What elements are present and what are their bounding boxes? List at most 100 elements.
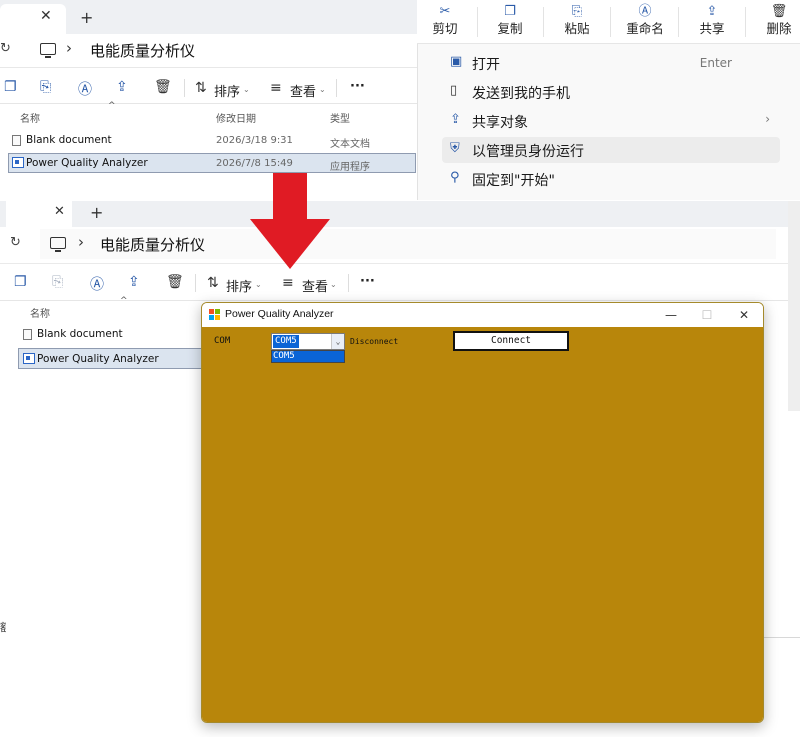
chevron-down-icon[interactable]: ⌄ (331, 334, 344, 349)
file-type: 应用程序 (330, 162, 370, 173)
cut-button[interactable]: ✂ 剪切 (414, 0, 476, 44)
delete-icon: 🗑 (770, 4, 788, 19)
menu-item-label: 发送到我的手机 (472, 86, 570, 102)
file-type: 文本文档 (330, 139, 370, 150)
sort-button[interactable]: 排序 (214, 81, 240, 100)
column-header-modified[interactable]: 修改日期 (216, 110, 256, 125)
chevron-right-icon: › (765, 112, 770, 126)
chevron-down-icon[interactable]: ⌄ (330, 280, 337, 289)
column-header-type[interactable]: 类型 (330, 110, 350, 125)
new-tab-icon[interactable]: + (90, 203, 103, 222)
menu-item-send-to-phone[interactable]: ▯ 发送到我的手机 (442, 79, 780, 105)
open-icon: ▣ (450, 54, 463, 69)
menu-item-label: 共享对象 (472, 115, 528, 131)
com-label: COM (214, 336, 231, 346)
maximize-icon[interactable]: ☐ (696, 306, 718, 324)
breadcrumb-current[interactable]: 电能质量分析仪 (90, 40, 195, 61)
share-icon: ⇪ (450, 112, 461, 127)
menu-item-open[interactable]: ▣ 打开 Enter (442, 50, 780, 76)
file-modified: 2026/3/18 9:31 (216, 135, 293, 146)
paste-icon[interactable]: ⎘ (40, 79, 51, 95)
view-icon[interactable]: ≡ (270, 80, 282, 96)
refresh-icon[interactable]: ↻ (10, 235, 21, 250)
top-explorer-tab[interactable]: ✕ (0, 4, 66, 34)
rename-icon: Ⓐ (638, 4, 652, 19)
share-icon: ⇪ (706, 4, 718, 19)
column-header-name[interactable]: 名称 (20, 110, 40, 125)
bottom-tab-strip (0, 201, 788, 227)
rename-icon[interactable]: Ⓐ (78, 79, 92, 99)
rename-icon[interactable]: Ⓐ (90, 274, 104, 294)
menu-item-pin-to-start[interactable]: ⚲ 固定到"开始" (442, 166, 780, 192)
file-name: Power Quality Analyzer (37, 353, 159, 365)
title-bar[interactable]: Power Quality Analyzer — ☐ ✕ (202, 303, 763, 327)
connect-button[interactable]: Connect (453, 331, 569, 351)
file-name: Blank document (37, 328, 123, 340)
app-window-icon (209, 309, 220, 320)
toolbar-separator (348, 274, 349, 292)
sort-button[interactable]: 排序 (226, 276, 252, 295)
menu-item-label: 固定到"开始" (472, 173, 555, 189)
copy-path-icon[interactable]: ❐ (14, 274, 27, 290)
menu-item-label: 打开 (472, 57, 500, 73)
view-button[interactable]: 查看 (302, 276, 328, 295)
com-port-option[interactable]: COM5 (272, 351, 344, 362)
toolbar-separator (336, 79, 337, 97)
chevron-down-icon[interactable]: ⌄ (243, 85, 250, 94)
copy-path-icon[interactable]: ❐ (4, 79, 17, 95)
sort-icon[interactable]: ⇅ (207, 275, 219, 291)
cut-label: 剪切 (432, 21, 458, 36)
paste-button[interactable]: ⎘ 粘贴 (546, 0, 608, 44)
chevron-down-icon[interactable]: ⌄ (319, 85, 326, 94)
paste-icon[interactable]: ⎘ (52, 274, 63, 290)
this-pc-icon[interactable] (50, 237, 66, 252)
view-button[interactable]: 查看 (290, 81, 316, 100)
sort-icon[interactable]: ⇅ (195, 80, 207, 96)
quick-action-separator (745, 7, 746, 37)
copy-button[interactable]: ❐ 复制 (479, 0, 541, 44)
menu-item-run-as-admin[interactable]: ⛨ 以管理员身份运行 (442, 137, 780, 163)
bottom-explorer-tab[interactable]: ✕ (6, 201, 72, 227)
this-pc-icon[interactable] (40, 43, 56, 58)
file-row-selected[interactable]: Power Quality Analyzer (18, 348, 202, 369)
window-title: Power Quality Analyzer (225, 308, 334, 320)
com-port-selected: COM5 (273, 335, 299, 348)
new-tab-icon[interactable]: + (80, 8, 93, 27)
chevron-down-icon[interactable]: ⌄ (255, 280, 262, 289)
com-port-combobox[interactable]: COM5 ⌄ (271, 333, 345, 350)
chevron-right-icon[interactable]: › (66, 39, 72, 57)
breadcrumb-current[interactable]: 电能质量分析仪 (100, 234, 205, 255)
com-port-dropdown[interactable]: COM5 (271, 350, 345, 363)
delete-icon[interactable]: 🗑 (154, 79, 172, 95)
form-body: COM COM5 ⌄ COM5 Disconnect Connect (202, 327, 763, 722)
menu-item-label: 以管理员身份运行 (472, 144, 584, 160)
delete-icon[interactable]: 🗑 (166, 274, 184, 290)
close-icon[interactable]: ✕ (40, 8, 52, 24)
pin-icon: ⚲ (450, 170, 460, 185)
close-icon[interactable]: ✕ (733, 306, 755, 324)
column-header-name[interactable]: 名称 (30, 305, 50, 320)
view-icon[interactable]: ≡ (282, 275, 294, 291)
more-options-button[interactable]: ··· (360, 274, 375, 289)
share-icon[interactable]: ⇪ (116, 79, 128, 95)
copy-icon: ❐ (504, 4, 516, 19)
sort-caret-icon: ^ (108, 101, 116, 111)
delete-button[interactable]: 🗑 删除 (748, 0, 800, 44)
file-row-selected[interactable]: Power Quality Analyzer 2026/7/8 15:49 应用… (8, 153, 416, 173)
phone-icon: ▯ (450, 83, 458, 98)
quick-action-separator (543, 7, 544, 37)
refresh-icon[interactable]: ↻ (0, 41, 11, 56)
chevron-right-icon[interactable]: › (78, 233, 84, 251)
minimize-icon[interactable]: — (660, 306, 682, 324)
share-button[interactable]: ⇪ 共享 (681, 0, 743, 44)
file-row[interactable]: Blank document 2026/3/18 9:31 文本文档 (8, 131, 416, 151)
close-icon[interactable]: ✕ (54, 204, 65, 219)
menu-item-share[interactable]: ⇪ 共享对象 › (442, 108, 780, 134)
red-arrow-shaft (273, 173, 307, 221)
share-icon[interactable]: ⇪ (128, 274, 140, 290)
more-options-button[interactable]: ··· (350, 79, 365, 94)
quick-action-separator (678, 7, 679, 37)
file-row[interactable]: Blank document (18, 325, 202, 345)
file-name: Power Quality Analyzer (26, 157, 148, 169)
rename-button[interactable]: Ⓐ 重命名 (614, 0, 676, 44)
